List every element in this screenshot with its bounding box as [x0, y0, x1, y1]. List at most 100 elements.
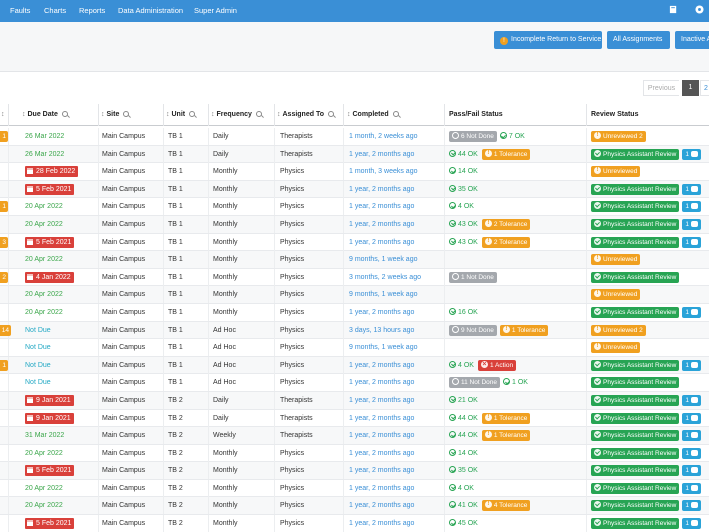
- physics-assistant-review-badge[interactable]: Physics Assistant Review: [591, 518, 680, 530]
- comment-count-badge[interactable]: 1: [682, 447, 701, 459]
- completed-link[interactable]: 1 month, 3 weeks ago: [349, 163, 418, 180]
- nav-reports[interactable]: Reports: [79, 6, 105, 15]
- header-site[interactable]: ↕ Site: [101, 111, 130, 118]
- search-icon[interactable]: [61, 111, 68, 117]
- physics-assistant-review-badge[interactable]: Physics Assistant Review: [591, 412, 680, 424]
- completed-link[interactable]: 9 months, 1 week ago: [349, 339, 418, 356]
- comment-count-badge[interactable]: 1: [682, 465, 701, 477]
- settings-icon[interactable]: [695, 5, 704, 14]
- unreviewed-badge[interactable]: Unreviewed 2: [591, 130, 646, 142]
- table-row[interactable]: 26 Mar 2022 Main Campus TB 1 Daily Therapist…: [0, 145, 709, 164]
- header-due-date[interactable]: ↕ Due Date: [22, 111, 68, 118]
- search-icon[interactable]: [123, 111, 130, 117]
- table-row[interactable]: 28 Feb 2022 Main Campus TB 1 Monthly Physics…: [0, 163, 709, 181]
- pagination-page-1[interactable]: 1: [682, 80, 699, 96]
- table-row[interactable]: 20 Apr 2022 Main Campus TB 1 Monthly Physics…: [0, 286, 709, 304]
- tolerance-badge[interactable]: 2 Tolerance: [481, 218, 531, 230]
- nav-data-administration[interactable]: Data Administration: [118, 6, 183, 15]
- table-row[interactable]: Not Due Main Campus TB 1 Ad Hoc Physics 1 yea…: [0, 374, 709, 392]
- physics-assistant-review-badge[interactable]: Physics Assistant Review: [591, 430, 680, 442]
- unreviewed-badge[interactable]: Unreviewed: [591, 165, 641, 178]
- physics-assistant-review-badge[interactable]: Physics Assistant Review: [591, 359, 680, 371]
- nav-charts[interactable]: Charts: [44, 6, 66, 15]
- table-row[interactable]: 9 Jan 2021 Main Campus TB 2 Daily Therapists…: [0, 409, 709, 428]
- table-row[interactable]: 2 4 Jan 2022 Main Campus TB 1 Monthly Physics…: [0, 268, 709, 287]
- comment-count-badge[interactable]: 1: [682, 430, 701, 442]
- table-row[interactable]: 5 Feb 2021 Main Campus TB 2 Monthly Physics 1…: [0, 515, 709, 532]
- table-row[interactable]: 1 20 Apr 2022 Main Campus TB 1 Monthly Physic…: [0, 198, 709, 216]
- pagination-previous[interactable]: Previous: [643, 80, 679, 96]
- physics-assistant-review-badge[interactable]: Physics Assistant Review: [591, 201, 680, 213]
- completed-link[interactable]: 1 year, 2 months ago: [349, 234, 414, 251]
- completed-link[interactable]: 1 year, 2 months ago: [349, 181, 414, 198]
- comment-count-badge[interactable]: 1: [682, 518, 701, 530]
- nav-super-admin[interactable]: Super Admin: [194, 6, 237, 15]
- comment-count-badge[interactable]: 1: [682, 236, 701, 248]
- not-done-badge[interactable]: 9 Not Done: [449, 324, 497, 336]
- tolerance-badge[interactable]: 2 Tolerance: [481, 236, 531, 248]
- completed-link[interactable]: 1 year, 2 months ago: [349, 462, 414, 479]
- search-icon[interactable]: [189, 111, 196, 117]
- completed-link[interactable]: 1 month, 2 weeks ago: [349, 128, 418, 145]
- table-row[interactable]: 20 Apr 2022 Main Campus TB 1 Monthly Physics…: [0, 215, 709, 234]
- search-icon[interactable]: [327, 111, 334, 117]
- comment-count-badge[interactable]: 1: [682, 359, 701, 371]
- completed-link[interactable]: 1 year, 2 months ago: [349, 374, 414, 391]
- table-row[interactable]: 31 Mar 2022 Main Campus TB 2 Weekly Therapis…: [0, 427, 709, 445]
- comment-count-badge[interactable]: 1: [682, 148, 701, 160]
- table-row[interactable]: 20 Apr 2022 Main Campus TB 1 Monthly Physics…: [0, 251, 709, 269]
- physics-assistant-review-badge[interactable]: Physics Assistant Review: [591, 218, 680, 230]
- table-row[interactable]: 20 Apr 2022 Main Campus TB 2 Monthly Physics…: [0, 497, 709, 516]
- tolerance-badge[interactable]: 1 Tolerance: [499, 324, 549, 336]
- completed-link[interactable]: 1 year, 2 months ago: [349, 497, 414, 514]
- unreviewed-badge[interactable]: Unreviewed: [591, 288, 641, 301]
- completed-link[interactable]: 3 days, 13 hours ago: [349, 322, 414, 339]
- not-done-badge[interactable]: 11 Not Done: [449, 377, 501, 389]
- tolerance-badge[interactable]: 1 Tolerance: [481, 429, 531, 442]
- table-row[interactable]: 3 5 Feb 2021 Main Campus TB 1 Monthly Physics…: [0, 233, 709, 252]
- table-row[interactable]: 5 Feb 2021 Main Campus TB 1 Monthly Physics 1…: [0, 180, 709, 199]
- physics-assistant-review-badge[interactable]: Physics Assistant Review: [591, 271, 680, 283]
- completed-link[interactable]: 1 year, 2 months ago: [349, 515, 414, 532]
- table-row[interactable]: 5 Feb 2021 Main Campus TB 2 Monthly Physics 1…: [0, 462, 709, 480]
- inactive-assignments-button[interactable]: Inactive A: [675, 31, 709, 49]
- completed-link[interactable]: 1 year, 2 months ago: [349, 392, 414, 409]
- unreviewed-badge[interactable]: Unreviewed: [591, 253, 641, 266]
- completed-link[interactable]: 1 year, 2 months ago: [349, 198, 414, 215]
- completed-link[interactable]: 1 year, 2 months ago: [349, 480, 414, 497]
- physics-assistant-review-badge[interactable]: Physics Assistant Review: [591, 377, 680, 389]
- all-assignments-button[interactable]: All Assignments: [607, 31, 670, 49]
- physics-assistant-review-badge[interactable]: Physics Assistant Review: [591, 465, 680, 477]
- book-icon[interactable]: [669, 5, 678, 14]
- unreviewed-badge[interactable]: Unreviewed 2: [591, 324, 646, 336]
- nav-faults[interactable]: Faults: [10, 6, 30, 15]
- comment-count-badge[interactable]: 1: [682, 482, 701, 494]
- completed-link[interactable]: 1 year, 2 months ago: [349, 146, 414, 163]
- physics-assistant-review-badge[interactable]: Physics Assistant Review: [591, 236, 680, 248]
- comment-count-badge[interactable]: 1: [682, 394, 701, 406]
- tolerance-badge[interactable]: 1 Tolerance: [481, 148, 531, 160]
- comment-count-badge[interactable]: 1: [682, 306, 701, 318]
- comment-count-badge[interactable]: 1: [682, 412, 701, 424]
- sort-icon[interactable]: ↕: [1, 111, 7, 118]
- tolerance-badge[interactable]: 4 Tolerance: [481, 499, 531, 512]
- table-row[interactable]: 9 Jan 2021 Main Campus TB 2 Daily Therapists…: [0, 391, 709, 410]
- header-completed[interactable]: ↕ Completed: [347, 111, 399, 118]
- not-done-badge[interactable]: 1 Not Done: [449, 271, 497, 283]
- physics-assistant-review-badge[interactable]: Physics Assistant Review: [591, 447, 680, 459]
- physics-assistant-review-badge[interactable]: Physics Assistant Review: [591, 394, 680, 406]
- physics-assistant-review-badge[interactable]: Physics Assistant Review: [591, 500, 680, 512]
- header-unit[interactable]: ↕ Unit: [166, 111, 196, 118]
- table-row[interactable]: 20 Apr 2022 Main Campus TB 2 Monthly Physics…: [0, 444, 709, 463]
- physics-assistant-review-badge[interactable]: Physics Assistant Review: [591, 183, 680, 195]
- table-row[interactable]: 1 Not Due Main Campus TB 1 Ad Hoc Physics 1 ye…: [0, 356, 709, 375]
- comment-count-badge[interactable]: 1: [682, 218, 701, 230]
- header-frequency[interactable]: ↕ Frequency: [211, 111, 262, 118]
- header-assigned-to[interactable]: ↕ Assigned To: [277, 111, 334, 118]
- physics-assistant-review-badge[interactable]: Physics Assistant Review: [591, 482, 680, 494]
- search-icon[interactable]: [392, 111, 399, 117]
- table-row[interactable]: 14 Not Due Main Campus TB 1 Ad Hoc Physics 3 d…: [0, 321, 709, 340]
- pagination-page-2[interactable]: 2: [700, 80, 709, 96]
- completed-link[interactable]: 3 months, 2 weeks ago: [349, 269, 421, 286]
- completed-link[interactable]: 1 year, 2 months ago: [349, 445, 414, 462]
